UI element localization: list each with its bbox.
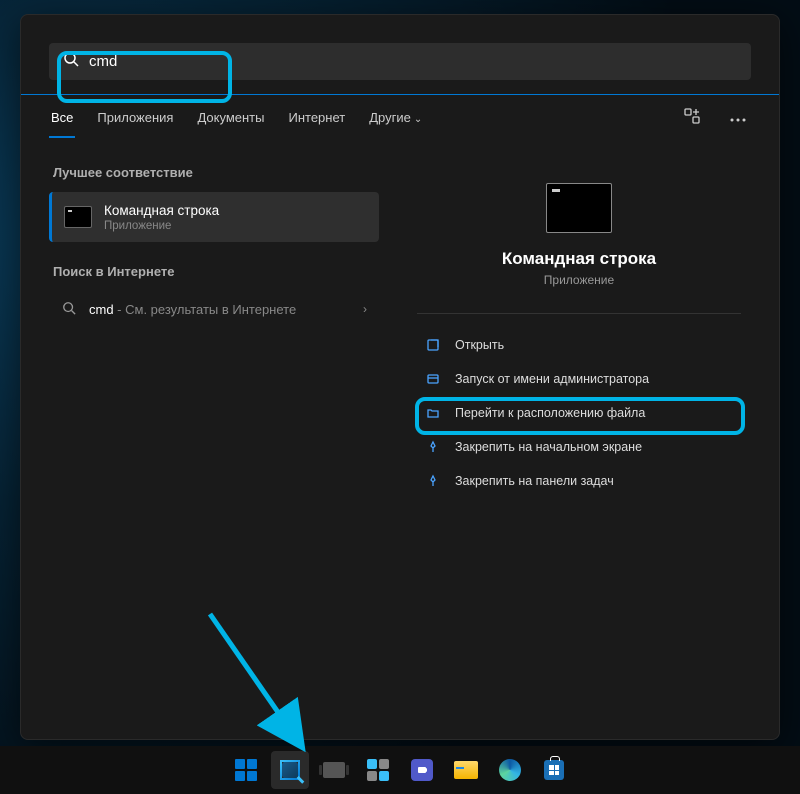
best-match-result[interactable]: Командная строка Приложение	[49, 192, 379, 242]
edge-button[interactable]	[491, 751, 529, 789]
preview-title: Командная строка	[502, 249, 656, 269]
quick-search-icon[interactable]	[679, 103, 705, 132]
result-title: Командная строка	[104, 202, 219, 220]
cmd-icon	[64, 206, 92, 228]
cmd-large-icon	[546, 183, 612, 233]
folder-icon	[425, 405, 441, 421]
folder-icon	[454, 761, 478, 779]
preview-subtitle: Приложение	[544, 273, 614, 287]
windows-logo-icon	[235, 759, 257, 781]
web-search-result[interactable]: cmd - См. результаты в Интернете ›	[49, 291, 379, 328]
shield-icon	[425, 371, 441, 387]
search-bar[interactable]	[49, 43, 751, 80]
taskbar	[0, 746, 800, 794]
results-column: Лучшее соответствие Командная строка При…	[49, 159, 379, 504]
search-icon	[61, 301, 77, 318]
file-explorer-button[interactable]	[447, 751, 485, 789]
widgets-icon	[367, 759, 389, 781]
store-icon	[544, 760, 564, 780]
tab-apps[interactable]: Приложения	[95, 98, 175, 137]
search-input[interactable]	[89, 53, 737, 70]
best-match-label: Лучшее соответствие	[53, 165, 379, 180]
search-tabs: Все Приложения Документы Интернет Другие…	[21, 95, 779, 139]
task-view-icon	[323, 762, 345, 778]
pin-icon	[425, 473, 441, 489]
action-pin-taskbar[interactable]: Закрепить на панели задач	[417, 464, 741, 498]
action-pin-start[interactable]: Закрепить на начальном экране	[417, 430, 741, 464]
chat-button[interactable]	[403, 751, 441, 789]
tab-web[interactable]: Интернет	[286, 98, 347, 137]
action-open[interactable]: Открыть	[417, 328, 741, 362]
search-icon	[280, 760, 300, 780]
tab-more[interactable]: Другие⌄	[367, 98, 424, 137]
teams-icon	[411, 759, 433, 781]
windows-search-window: Все Приложения Документы Интернет Другие…	[20, 14, 780, 740]
chevron-down-icon: ⌄	[414, 114, 422, 125]
tab-documents[interactable]: Документы	[195, 98, 266, 137]
pin-icon	[425, 439, 441, 455]
web-search-label: Поиск в Интернете	[53, 264, 379, 279]
start-button[interactable]	[227, 751, 265, 789]
widgets-button[interactable]	[359, 751, 397, 789]
action-open-location[interactable]: Перейти к расположению файла	[417, 396, 741, 430]
chevron-right-icon: ›	[363, 302, 367, 316]
search-icon	[63, 51, 79, 72]
store-button[interactable]	[535, 751, 573, 789]
open-icon	[425, 337, 441, 353]
task-view-button[interactable]	[315, 751, 353, 789]
preview-panel: Командная строка Приложение Открыть Запу…	[397, 159, 761, 504]
divider	[417, 313, 741, 314]
more-options-icon[interactable]	[725, 106, 751, 129]
tab-all[interactable]: Все	[49, 98, 75, 137]
search-taskbar-button[interactable]	[271, 751, 309, 789]
action-run-as-admin[interactable]: Запуск от имени администратора	[417, 362, 741, 396]
edge-icon	[499, 759, 521, 781]
result-subtitle: Приложение	[104, 220, 219, 232]
